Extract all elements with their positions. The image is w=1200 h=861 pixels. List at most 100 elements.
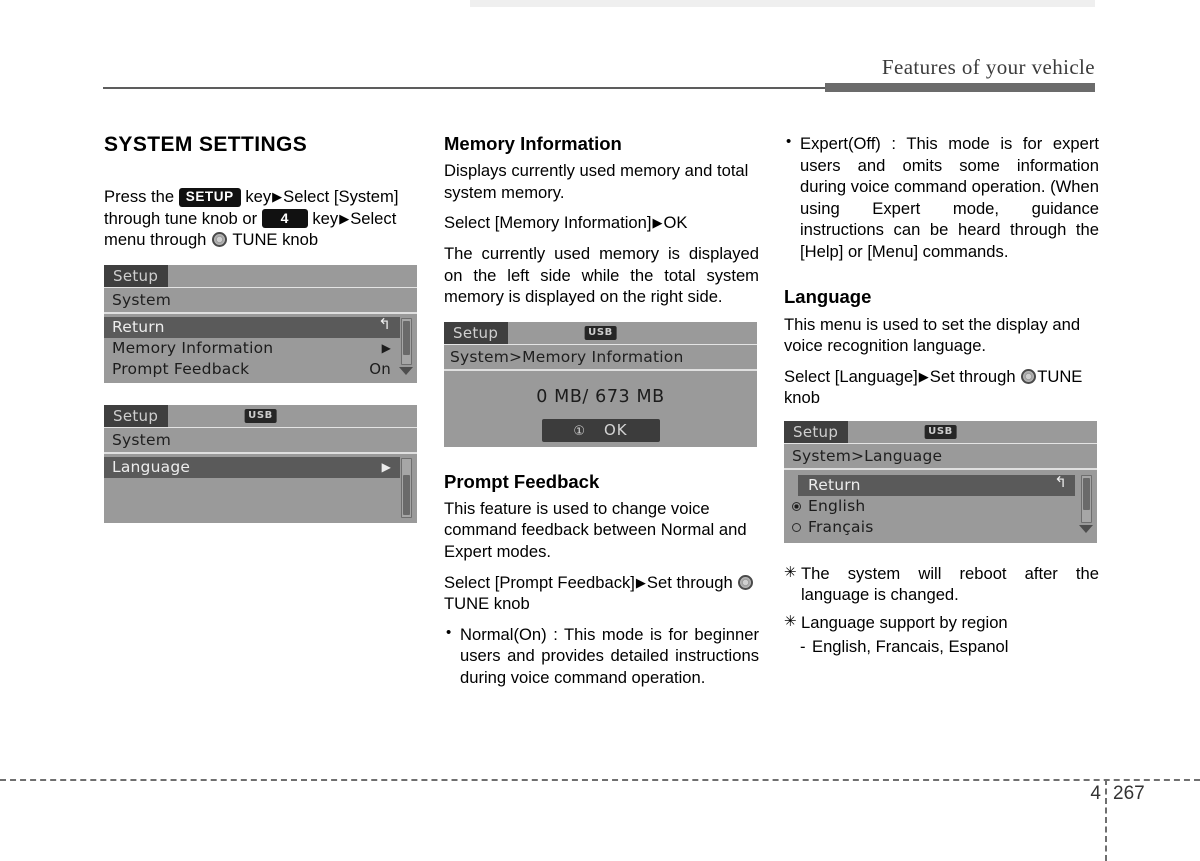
footer-divider (0, 779, 1200, 781)
page-title: SYSTEM SETTINGS (104, 133, 308, 156)
scroll-down-arrow-icon[interactable] (1079, 524, 1093, 533)
device-menu-list: Language ▶ (104, 454, 417, 478)
menu-item-label: Return (808, 475, 861, 494)
menu-item-prompt-feedback[interactable]: Prompt Feedback On (104, 359, 417, 380)
header-accent-bar (825, 83, 1095, 92)
setup-key-badge: SETUP (178, 188, 241, 208)
radio-unselected-icon (792, 522, 801, 532)
usb-badge-icon: USB (924, 424, 957, 439)
menu-item-label: Memory Information (112, 338, 274, 357)
memory-select-suffix: OK (663, 213, 688, 233)
device-breadcrumb: System (104, 288, 417, 314)
column-middle: Memory Information Displays currently us… (444, 133, 759, 692)
arrow-right-icon: ▶ (918, 368, 929, 384)
ok-button-label: OK (604, 420, 628, 439)
expert-mode-list: Expert(Off) : This mode is for expert us… (784, 132, 1099, 262)
footer-chapter-number: 4 (1090, 783, 1101, 804)
header-rule (103, 87, 825, 89)
scrollbar-thumb[interactable] (403, 320, 410, 355)
bullet-normal-mode: Normal(On) : This mode is for beginner u… (444, 623, 759, 689)
device-titlebar: Setup (104, 264, 417, 288)
footer-page-number: 267 (1113, 783, 1145, 804)
prompt-mode-list: Normal(On) : This mode is for beginner u… (444, 623, 759, 689)
menu-item-return[interactable]: Return ↰ (798, 472, 1075, 496)
arrow-right-icon: ▶ (652, 215, 663, 231)
language-select-line: Select [Language]▶Set through TUNE knob (784, 366, 1099, 409)
device-breadcrumb: System>Language (784, 444, 1097, 470)
prompt-select-suffix: TUNE knob (444, 594, 530, 614)
arrow-right-icon: ▶ (339, 210, 350, 226)
menu-item-value: On (369, 359, 391, 378)
device-scrollbar[interactable] (1081, 474, 1092, 523)
number-key-badge: 4 (261, 208, 308, 229)
menu-item-return[interactable]: Return ↰ (104, 314, 400, 338)
footer-vertical-divider (1105, 779, 1107, 861)
instruction-text-2: key (240, 187, 272, 207)
scrollbar-thumb[interactable] (1083, 477, 1090, 510)
heading-prompt-feedback: Prompt Feedback (444, 470, 600, 492)
device-scrollbar[interactable] (401, 317, 412, 365)
page-header: Features of your vehicle (0, 55, 1200, 95)
radio-selected-icon (792, 501, 801, 511)
menu-item-english[interactable]: English (784, 496, 1097, 517)
return-icon: ↰ (378, 314, 391, 333)
prompt-paragraph-1: This feature is used to change voice com… (444, 498, 747, 562)
prompt-select-prefix: Select [Prompt Feedback] (444, 572, 635, 592)
memory-paragraph-1: Displays currently used memory and total… (444, 161, 749, 202)
device-titlebar: Setup USB (104, 404, 417, 428)
device-tab-setup: Setup (104, 264, 169, 287)
device-tab-setup: Setup (104, 404, 169, 427)
instruction-text-1: Press the (104, 187, 179, 207)
instruction-text-4: key (307, 208, 339, 228)
device-breadcrumb: System>Memory Information (444, 345, 757, 371)
device-screenshot-language-menu: Setup USB System Language ▶ (104, 404, 417, 523)
tune-knob-icon (1021, 368, 1037, 384)
device-tab-setup: Setup (784, 420, 849, 443)
instruction-text-6: TUNE knob (228, 230, 319, 250)
device-titlebar: Setup USB (444, 321, 757, 345)
tune-knob-icon (738, 574, 754, 590)
arrow-right-icon: ▶ (272, 189, 283, 205)
menu-item-francais[interactable]: Français (784, 517, 1097, 538)
usb-badge-icon: USB (244, 408, 277, 423)
menu-item-label: Français (808, 517, 874, 536)
note-supported-languages: English, Francais, Espanol (784, 636, 1099, 658)
note-reboot: The system will reboot after the languag… (784, 563, 1099, 606)
scrollbar-thumb[interactable] (403, 474, 410, 515)
device-titlebar: Setup USB (784, 420, 1097, 444)
device-tab-setup: Setup (444, 321, 509, 344)
note-region-support: Language support by region (784, 612, 1099, 634)
arrow-right-icon: ▶ (635, 574, 646, 590)
prompt-select-line: Select [Prompt Feedback]▶Set through TUN… (444, 572, 759, 615)
column-right: Expert(Off) : This mode is for expert us… (784, 132, 1099, 663)
column-left: SYSTEM SETTINGS Press the SETUP key▶Sele… (104, 133, 419, 523)
device-menu-list: Return ↰ Memory Information ▶ Prompt Fee… (104, 314, 417, 380)
tune-knob-icon (212, 232, 228, 248)
return-icon: ↰ (1054, 472, 1067, 491)
prompt-select-mid: Set through (646, 572, 738, 592)
page-top-band (470, 0, 1095, 7)
setup-instruction: Press the SETUP key▶Select [System] thro… (104, 186, 419, 251)
menu-item-label: Return (112, 317, 165, 336)
menu-item-memory-information[interactable]: Memory Information ▶ (104, 338, 417, 359)
device-menu-list: Return ↰ English Français (784, 470, 1097, 538)
scroll-down-arrow-icon[interactable] (399, 366, 413, 375)
memory-select-prefix: Select [Memory Information] (444, 213, 652, 233)
menu-item-label: Language (112, 457, 191, 476)
menu-item-language[interactable]: Language ▶ (104, 456, 400, 478)
usb-badge-icon: USB (584, 325, 617, 340)
memory-select-line: Select [Memory Information]▶OK (444, 212, 759, 234)
device-scrollbar[interactable] (401, 457, 412, 518)
chevron-right-icon: ▶ (381, 459, 391, 474)
circled-one-icon: ① (573, 423, 586, 439)
memory-usage-value: 0 MB/ 673 MB (536, 386, 665, 407)
device-screenshot-language-list: Setup USB System>Language Return ↰ Engli… (784, 420, 1097, 543)
page-header-title: Features of your vehicle (881, 55, 1095, 79)
device-screenshot-memory-information: Setup USB System>Memory Information 0 MB… (444, 321, 757, 447)
ok-button[interactable]: ① OK (541, 418, 660, 442)
language-notes: The system will reboot after the languag… (784, 563, 1099, 657)
bullet-expert-mode: Expert(Off) : This mode is for expert us… (784, 132, 1099, 262)
language-select-prefix: Select [Language] (784, 366, 918, 386)
language-paragraph-1: This menu is used to set the display and… (784, 314, 1081, 356)
chevron-right-icon: ▶ (381, 340, 391, 355)
